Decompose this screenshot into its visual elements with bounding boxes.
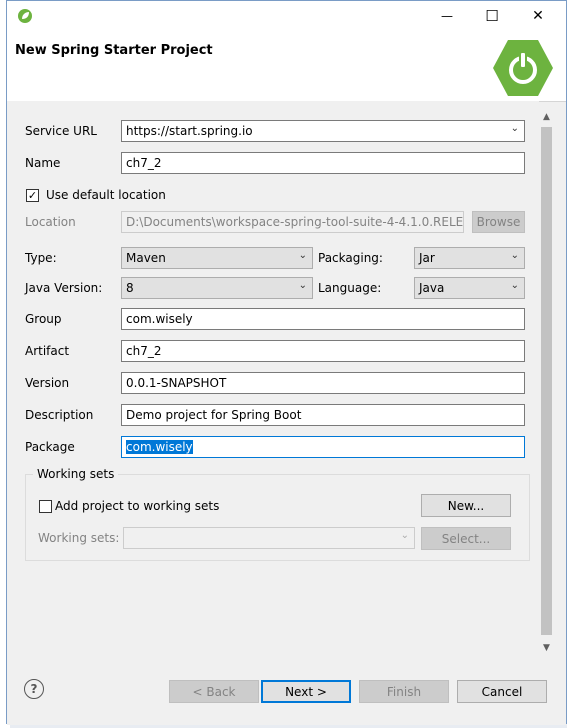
- packaging-select[interactable]: Jar ⌄: [414, 247, 525, 269]
- chevron-down-icon: ⌄: [510, 123, 519, 134]
- close-button[interactable]: ✕: [515, 1, 561, 31]
- language-label: Language:: [318, 281, 382, 295]
- service-url-value: https://start.spring.io: [126, 124, 253, 138]
- dialog-window: — ☐ ✕ New Spring Starter Project Service…: [6, 0, 567, 725]
- back-button[interactable]: < Back: [169, 680, 259, 703]
- name-label: Name: [25, 156, 61, 170]
- minimize-icon: —: [441, 9, 453, 23]
- artifact-field[interactable]: ch7_2: [121, 340, 525, 362]
- finish-button[interactable]: Finish: [359, 680, 449, 703]
- location-field[interactable]: D:\Documents\workspace-spring-tool-suite…: [121, 211, 464, 233]
- wizard-banner: New Spring Starter Project: [7, 31, 566, 102]
- select-working-sets-button[interactable]: Select...: [421, 527, 511, 550]
- artifact-label: Artifact: [25, 344, 70, 358]
- language-select[interactable]: Java ⌄: [414, 277, 525, 299]
- help-icon[interactable]: ?: [24, 679, 44, 699]
- title-bar: — ☐ ✕: [7, 1, 566, 31]
- use-default-location-checkbox[interactable]: ✓: [26, 189, 39, 202]
- new-working-set-button[interactable]: New...: [421, 494, 511, 517]
- type-label: Type:: [25, 251, 57, 265]
- next-button[interactable]: Next >: [261, 680, 351, 703]
- chevron-down-icon: ⌄: [510, 280, 519, 291]
- package-selected-text: com.wisely: [126, 440, 193, 454]
- maximize-button[interactable]: ☐: [469, 1, 515, 31]
- cancel-button[interactable]: Cancel: [457, 680, 547, 703]
- chevron-down-icon: ⌄: [400, 530, 409, 541]
- packaging-value: Jar: [419, 251, 435, 265]
- version-label: Version: [25, 376, 70, 390]
- packaging-label: Packaging:: [318, 251, 383, 265]
- add-to-working-sets-checkbox[interactable]: [39, 500, 52, 513]
- group-label: Group: [25, 312, 62, 326]
- chevron-down-icon: ⌄: [510, 250, 519, 261]
- description-field[interactable]: Demo project for Spring Boot: [121, 404, 525, 426]
- maximize-icon: ☐: [485, 7, 499, 25]
- page-title: New Spring Starter Project: [15, 43, 213, 58]
- minimize-button[interactable]: —: [424, 1, 470, 31]
- spring-power-logo-icon: [493, 40, 553, 96]
- java-version-select[interactable]: 8 ⌄: [121, 277, 313, 299]
- working-sets-label: Working sets:: [38, 531, 120, 545]
- language-value: Java: [419, 281, 445, 295]
- working-sets-title: Working sets: [33, 467, 119, 481]
- vertical-scrollbar[interactable]: ▲ ▼: [539, 109, 554, 655]
- java-version-label: Java Version:: [25, 281, 103, 295]
- location-label: Location: [25, 215, 76, 229]
- use-default-location-label: Use default location: [46, 188, 166, 202]
- chevron-down-icon: ⌄: [298, 250, 307, 261]
- java-version-value: 8: [126, 281, 134, 295]
- close-icon: ✕: [532, 8, 544, 24]
- scroll-up-icon[interactable]: ▲: [539, 109, 554, 124]
- browse-button[interactable]: Browse: [472, 211, 525, 233]
- package-label: Package: [25, 440, 75, 454]
- package-field[interactable]: com.wisely: [121, 436, 525, 458]
- name-field[interactable]: ch7_2: [121, 152, 525, 174]
- chevron-down-icon: ⌄: [298, 280, 307, 291]
- add-to-working-sets-label: Add project to working sets: [55, 499, 220, 513]
- scroll-down-icon[interactable]: ▼: [539, 640, 554, 655]
- type-value: Maven: [126, 251, 166, 265]
- scroll-thumb[interactable]: [541, 127, 552, 635]
- type-select[interactable]: Maven ⌄: [121, 247, 313, 269]
- version-field[interactable]: 0.0.1-SNAPSHOT: [121, 372, 525, 394]
- working-sets-select[interactable]: ⌄: [123, 527, 415, 549]
- wizard-footer: ? < Back Next > Finish Cancel: [7, 659, 566, 725]
- description-label: Description: [25, 408, 94, 422]
- group-field[interactable]: com.wisely: [121, 308, 525, 330]
- service-url-label: Service URL: [25, 124, 97, 138]
- service-url-combo[interactable]: https://start.spring.io ⌄: [121, 120, 525, 142]
- spring-leaf-icon: [18, 9, 32, 23]
